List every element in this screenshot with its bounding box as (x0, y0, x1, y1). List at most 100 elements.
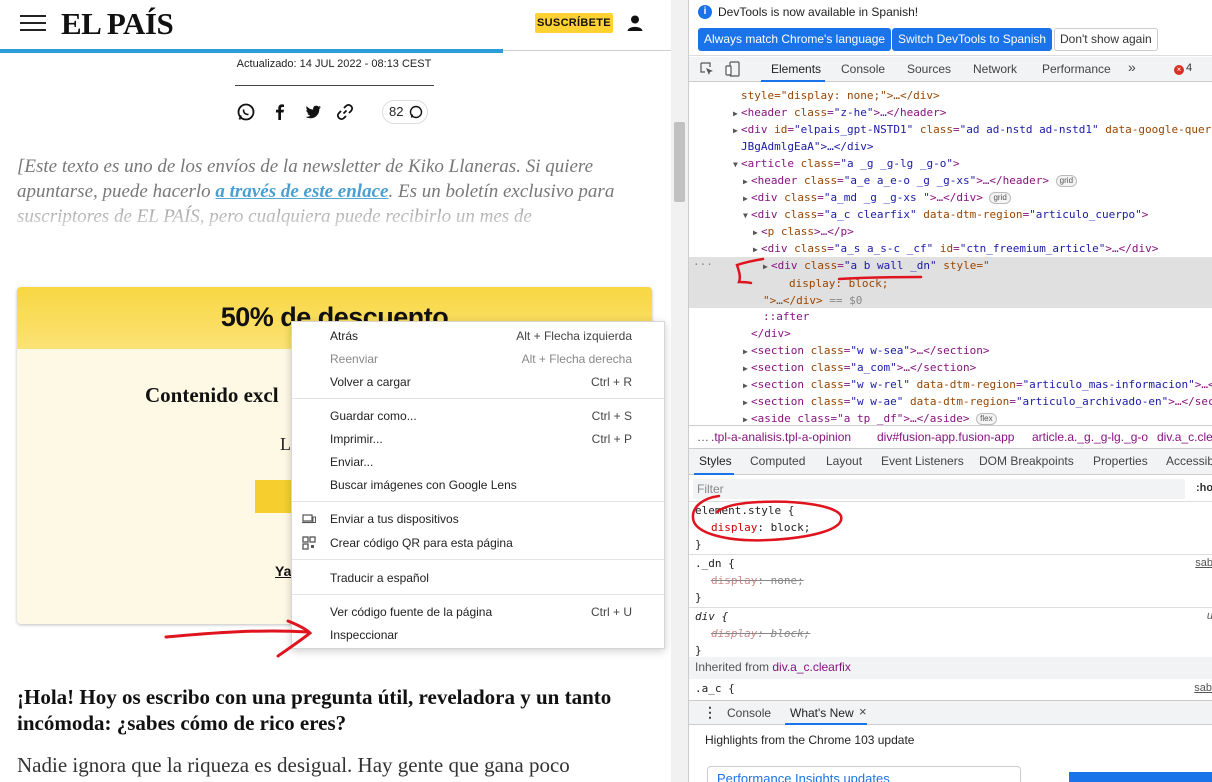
css-declaration-overridden[interactable]: display: block; (711, 625, 810, 642)
tab-console[interactable]: Console (841, 62, 885, 76)
already-subscriber-link[interactable]: Ya (275, 563, 291, 579)
site-header: EL PAÍS SUSCRÍBETE (0, 0, 671, 50)
dom-node[interactable]: ▶ <header class="z-he">…</header> (689, 104, 1212, 121)
menu-item-forward[interactable]: Reenviar Alt + Flecha derecha (292, 348, 664, 370)
whats-new-heading: Highlights from the Chrome 103 update (705, 733, 915, 747)
drawer-tab-console[interactable]: Console (727, 706, 771, 720)
site-logo[interactable]: EL PAÍS (61, 6, 174, 42)
tab-computed[interactable]: Computed (750, 454, 805, 468)
dom-tree: style="display: none;">…</div> ▶ <header … (689, 83, 1212, 425)
article-paragraph: Nadie ignora que la riqueza es desigual.… (17, 753, 570, 777)
whatsapp-icon[interactable] (234, 100, 258, 124)
menu-item-google-lens[interactable]: Buscar imágenes con Google Lens (292, 474, 664, 496)
dont-show-again-button[interactable]: Don't show again (1054, 28, 1158, 51)
dom-node[interactable]: ▶ <div id="elpais_gpt-NSTD1" class="ad ad… (689, 121, 1212, 138)
dom-node-continued[interactable]: JBgAdmlgEaA">…</div> (689, 138, 1212, 155)
scrollbar-thumb[interactable] (674, 122, 685, 202)
active-tab-indicator (785, 723, 867, 725)
css-declaration[interactable]: display: block; (711, 519, 810, 536)
dom-node[interactable]: ▼ <div class="a_c clearfix" data-dtm-regi… (689, 206, 1212, 223)
subscribe-button[interactable]: SUSCRÍBETE (535, 13, 613, 33)
facebook-icon[interactable] (268, 100, 292, 124)
hover-state-toggle[interactable]: :ho (1196, 482, 1212, 494)
rule-close: } (695, 591, 702, 604)
menu-item-back[interactable]: Atrás Alt + Flecha izquierda (292, 325, 664, 347)
match-language-button[interactable]: Always match Chrome's language (698, 28, 892, 51)
dom-node[interactable]: ▶ <div class="a_s a_s-c _cf" id="ctn_free… (689, 240, 1212, 257)
rule-source-link[interactable]: sab (1195, 555, 1212, 572)
tab-accessibility[interactable]: Accessibi (1166, 454, 1212, 468)
tab-layout[interactable]: Layout (826, 454, 862, 468)
dom-node-selected[interactable]: ... ▶ <div class="a b wall _dn" style=" d… (689, 255, 1212, 308)
menu-item-send[interactable]: Enviar... (292, 451, 664, 473)
tab-network[interactable]: Network (973, 62, 1017, 76)
rule-source-link[interactable]: sab (1194, 682, 1212, 694)
errors-badge[interactable]: × 4 (1174, 62, 1192, 75)
dom-node[interactable]: ▶ <section class="w w-ae" data-dtm-region… (689, 393, 1212, 410)
dom-node[interactable]: ▶ <section class="w w-rel" data-dtm-regio… (689, 376, 1212, 393)
rule-selector: ._dn { (695, 557, 735, 570)
switch-spanish-button[interactable]: Switch DevTools to Spanish (892, 28, 1053, 51)
grid-badge[interactable]: grid (1055, 175, 1078, 187)
dom-node-article[interactable]: ▼ <article class="a _g _g-lg _g-o"> (689, 155, 1212, 172)
close-tab-icon[interactable]: × (859, 704, 867, 719)
dom-pseudo-after[interactable]: ::after (689, 308, 1212, 325)
inherited-from-link[interactable]: div.a_c.clearfix (772, 660, 850, 674)
devices-icon (302, 514, 316, 524)
hamburger-menu-icon[interactable] (20, 15, 46, 33)
dom-node[interactable]: ▶ <p class>…</p> (689, 223, 1212, 240)
menu-item-inspect[interactable]: Inspeccionar (292, 624, 664, 646)
more-tabs-button[interactable]: » (1128, 59, 1136, 75)
rule-selector: div { (695, 610, 729, 623)
devtools-panel: i DevTools is now available in Spanish! … (688, 0, 1212, 782)
comments-button[interactable]: 82 (382, 100, 428, 124)
qr-code-icon (302, 536, 316, 550)
dom-node[interactable]: ▶ <section class="w w-sea">…</section> (689, 342, 1212, 359)
breadcrumb-item[interactable]: .tpl-a-analisis.tpl-a-opinion (711, 426, 851, 448)
link-icon[interactable] (333, 100, 357, 124)
tab-properties[interactable]: Properties (1093, 454, 1148, 468)
language-infobar: i DevTools is now available in Spanish! … (689, 0, 1212, 56)
dom-node[interactable]: ▶ <div class="a_md _g _g-xs ">…</div> gri… (689, 189, 1212, 206)
article-subheading: ¡Hola! Hoy os escribo con una pregunta ú… (17, 685, 612, 735)
tab-event-listeners[interactable]: Event Listeners (881, 454, 964, 468)
menu-item-reload[interactable]: Volver a cargar Ctrl + R (292, 371, 664, 393)
menu-item-send-to-devices[interactable]: Enviar a tus dispositivos (292, 508, 664, 530)
menu-item-qr-code[interactable]: Crear código QR para esta página (292, 532, 664, 554)
inspect-element-icon[interactable] (699, 61, 715, 77)
twitter-icon[interactable] (301, 100, 325, 124)
menu-item-view-source[interactable]: Ver código fuente de la página Ctrl + U (292, 601, 664, 623)
css-declaration-overridden[interactable]: display: none; (711, 572, 804, 589)
active-tab-indicator (761, 80, 825, 82)
dom-close-tag[interactable]: </div> (689, 325, 1212, 342)
grid-badge[interactable]: grid (989, 192, 1011, 204)
breadcrumb-more[interactable]: … (697, 426, 709, 448)
menu-item-print[interactable]: Imprimir... Ctrl + P (292, 428, 664, 450)
paywall-fade (0, 195, 671, 235)
info-icon: i (698, 5, 712, 19)
menu-item-save-as[interactable]: Guardar como... Ctrl + S (292, 405, 664, 427)
dom-node[interactable]: ▶ <section class="a_com">…</section> (689, 359, 1212, 376)
device-toolbar-icon[interactable] (725, 61, 741, 77)
tab-dom-breakpoints[interactable]: DOM Breakpoints (979, 454, 1074, 468)
tab-elements[interactable]: Elements (771, 62, 821, 76)
tab-sources[interactable]: Sources (907, 62, 951, 76)
page-scrollbar[interactable] (671, 0, 688, 782)
styles-filter-input[interactable]: Filter (693, 479, 1185, 499)
menu-item-translate[interactable]: Traducir a español (292, 567, 664, 589)
styles-filter-row: Filter :ho (689, 476, 1212, 502)
breadcrumb-item[interactable]: div.a_c.clea (1157, 426, 1212, 448)
flex-badge[interactable]: flex (976, 413, 997, 425)
breadcrumb-item[interactable]: div#fusion-app.fusion-app (877, 426, 1014, 448)
tab-performance[interactable]: Performance (1042, 62, 1111, 76)
user-icon[interactable] (626, 14, 644, 32)
dom-node[interactable]: ▶ <aside class="a tp _df">…</aside> flex (689, 410, 1212, 425)
paywall-subscribe-button[interactable] (255, 480, 295, 513)
tab-styles[interactable]: Styles (699, 454, 732, 468)
breadcrumb-item[interactable]: article.a._g._g-lg._g-o (1032, 426, 1148, 448)
performance-insights-card[interactable]: Performance Insights updates (707, 766, 1021, 782)
dom-node[interactable]: ▶ <header class="a_e a_e-o _g _g-xs">…</h… (689, 172, 1212, 189)
dom-node[interactable]: style="display: none;">…</div> (689, 87, 1212, 104)
drawer-tab-whats-new[interactable]: What's New (790, 706, 854, 720)
drawer-menu-icon[interactable]: ⋮ (703, 704, 717, 721)
